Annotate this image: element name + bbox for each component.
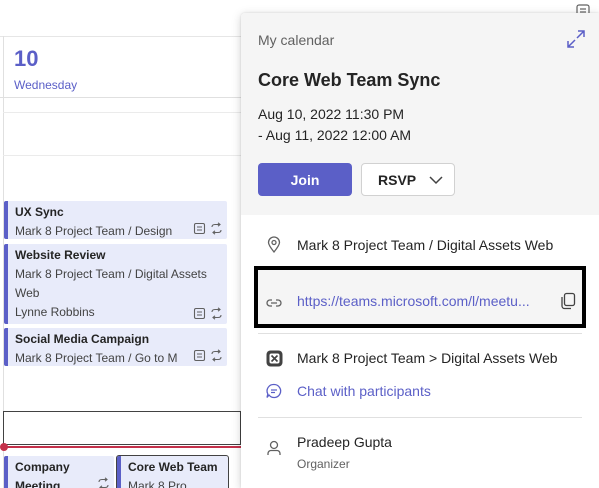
calendar-name: My calendar [258, 32, 335, 48]
recurring-icon [98, 477, 109, 488]
event-detail: Mark 8 Project Team / Design [15, 224, 173, 238]
day-number[interactable]: 10 [14, 46, 38, 72]
event-title: UX Sync [15, 205, 64, 219]
event-title: Website Review [15, 248, 106, 262]
calendar-event[interactable]: Website Review Mark 8 Project Team / Dig… [4, 244, 227, 324]
event-title: Social Media Campaign [15, 332, 150, 346]
time-slot-line [3, 112, 241, 113]
event-title-continued: Meeting [15, 479, 61, 488]
recurring-icon [211, 307, 222, 320]
notes-icon [193, 222, 206, 235]
event-detail: Web [15, 286, 40, 300]
event-detail: Mark 8 Project Team / Digital Assets [15, 267, 207, 281]
divider [258, 333, 582, 334]
divider [258, 417, 582, 418]
event-detail: Mark 8 Pro [128, 479, 187, 488]
time-slot-line [3, 155, 241, 156]
chat-with-participants-link[interactable]: Chat with participants [297, 383, 431, 399]
rsvp-label: RSVP [378, 171, 417, 188]
recurring-icon [211, 349, 222, 362]
join-button[interactable]: Join [258, 163, 352, 196]
current-time-dot [0, 443, 8, 451]
meeting-link[interactable]: https://teams.microsoft.com/l/meetu... [297, 293, 530, 309]
chevron-down-icon [429, 176, 443, 185]
meeting-channel[interactable]: Mark 8 Project Team > Digital Assets Web [297, 350, 558, 366]
calendar-event-selected[interactable]: Core Web Team Mark 8 Pro [116, 455, 229, 488]
event-organizer: Lynne Robbins [15, 305, 95, 319]
current-time-line [3, 446, 241, 448]
link-icon [266, 299, 282, 307]
selected-time-slot[interactable] [3, 411, 241, 445]
calendar-event[interactable]: Social Media Campaign Mark 8 Project Tea… [4, 328, 227, 366]
copy-icon[interactable] [560, 292, 576, 310]
calendar-event[interactable]: UX Sync Mark 8 Project Team / Design [4, 201, 227, 239]
meeting-location: Mark 8 Project Team / Digital Assets Web [297, 237, 554, 253]
event-title: Company [15, 460, 70, 474]
organizer-role: Organizer [297, 457, 350, 471]
meeting-start-time: Aug 10, 2022 11:30 PM [258, 106, 405, 122]
meeting-title: Core Web Team Sync [258, 70, 441, 90]
calendar-event[interactable]: Company Meeting [4, 456, 114, 488]
location-pin-icon [267, 236, 281, 254]
expand-icon[interactable] [565, 28, 587, 50]
organizer-name[interactable]: Pradeep Gupta [297, 434, 392, 450]
chat-bubble-icon [266, 383, 282, 399]
meeting-details-card: My calendar Core Web Team Sync Aug 10, 2… [241, 13, 599, 488]
notes-icon [193, 307, 206, 320]
day-name[interactable]: Wednesday [14, 78, 77, 92]
meeting-end-time: - Aug 11, 2022 12:00 AM [258, 127, 412, 143]
rsvp-dropdown[interactable]: RSVP [361, 163, 455, 196]
event-detail: Mark 8 Project Team / Go to M [15, 351, 178, 365]
event-title: Core Web Team [128, 460, 218, 474]
person-icon [267, 440, 281, 455]
recurring-icon [211, 222, 222, 235]
teams-channel-icon [266, 350, 283, 367]
notes-icon [193, 349, 206, 362]
